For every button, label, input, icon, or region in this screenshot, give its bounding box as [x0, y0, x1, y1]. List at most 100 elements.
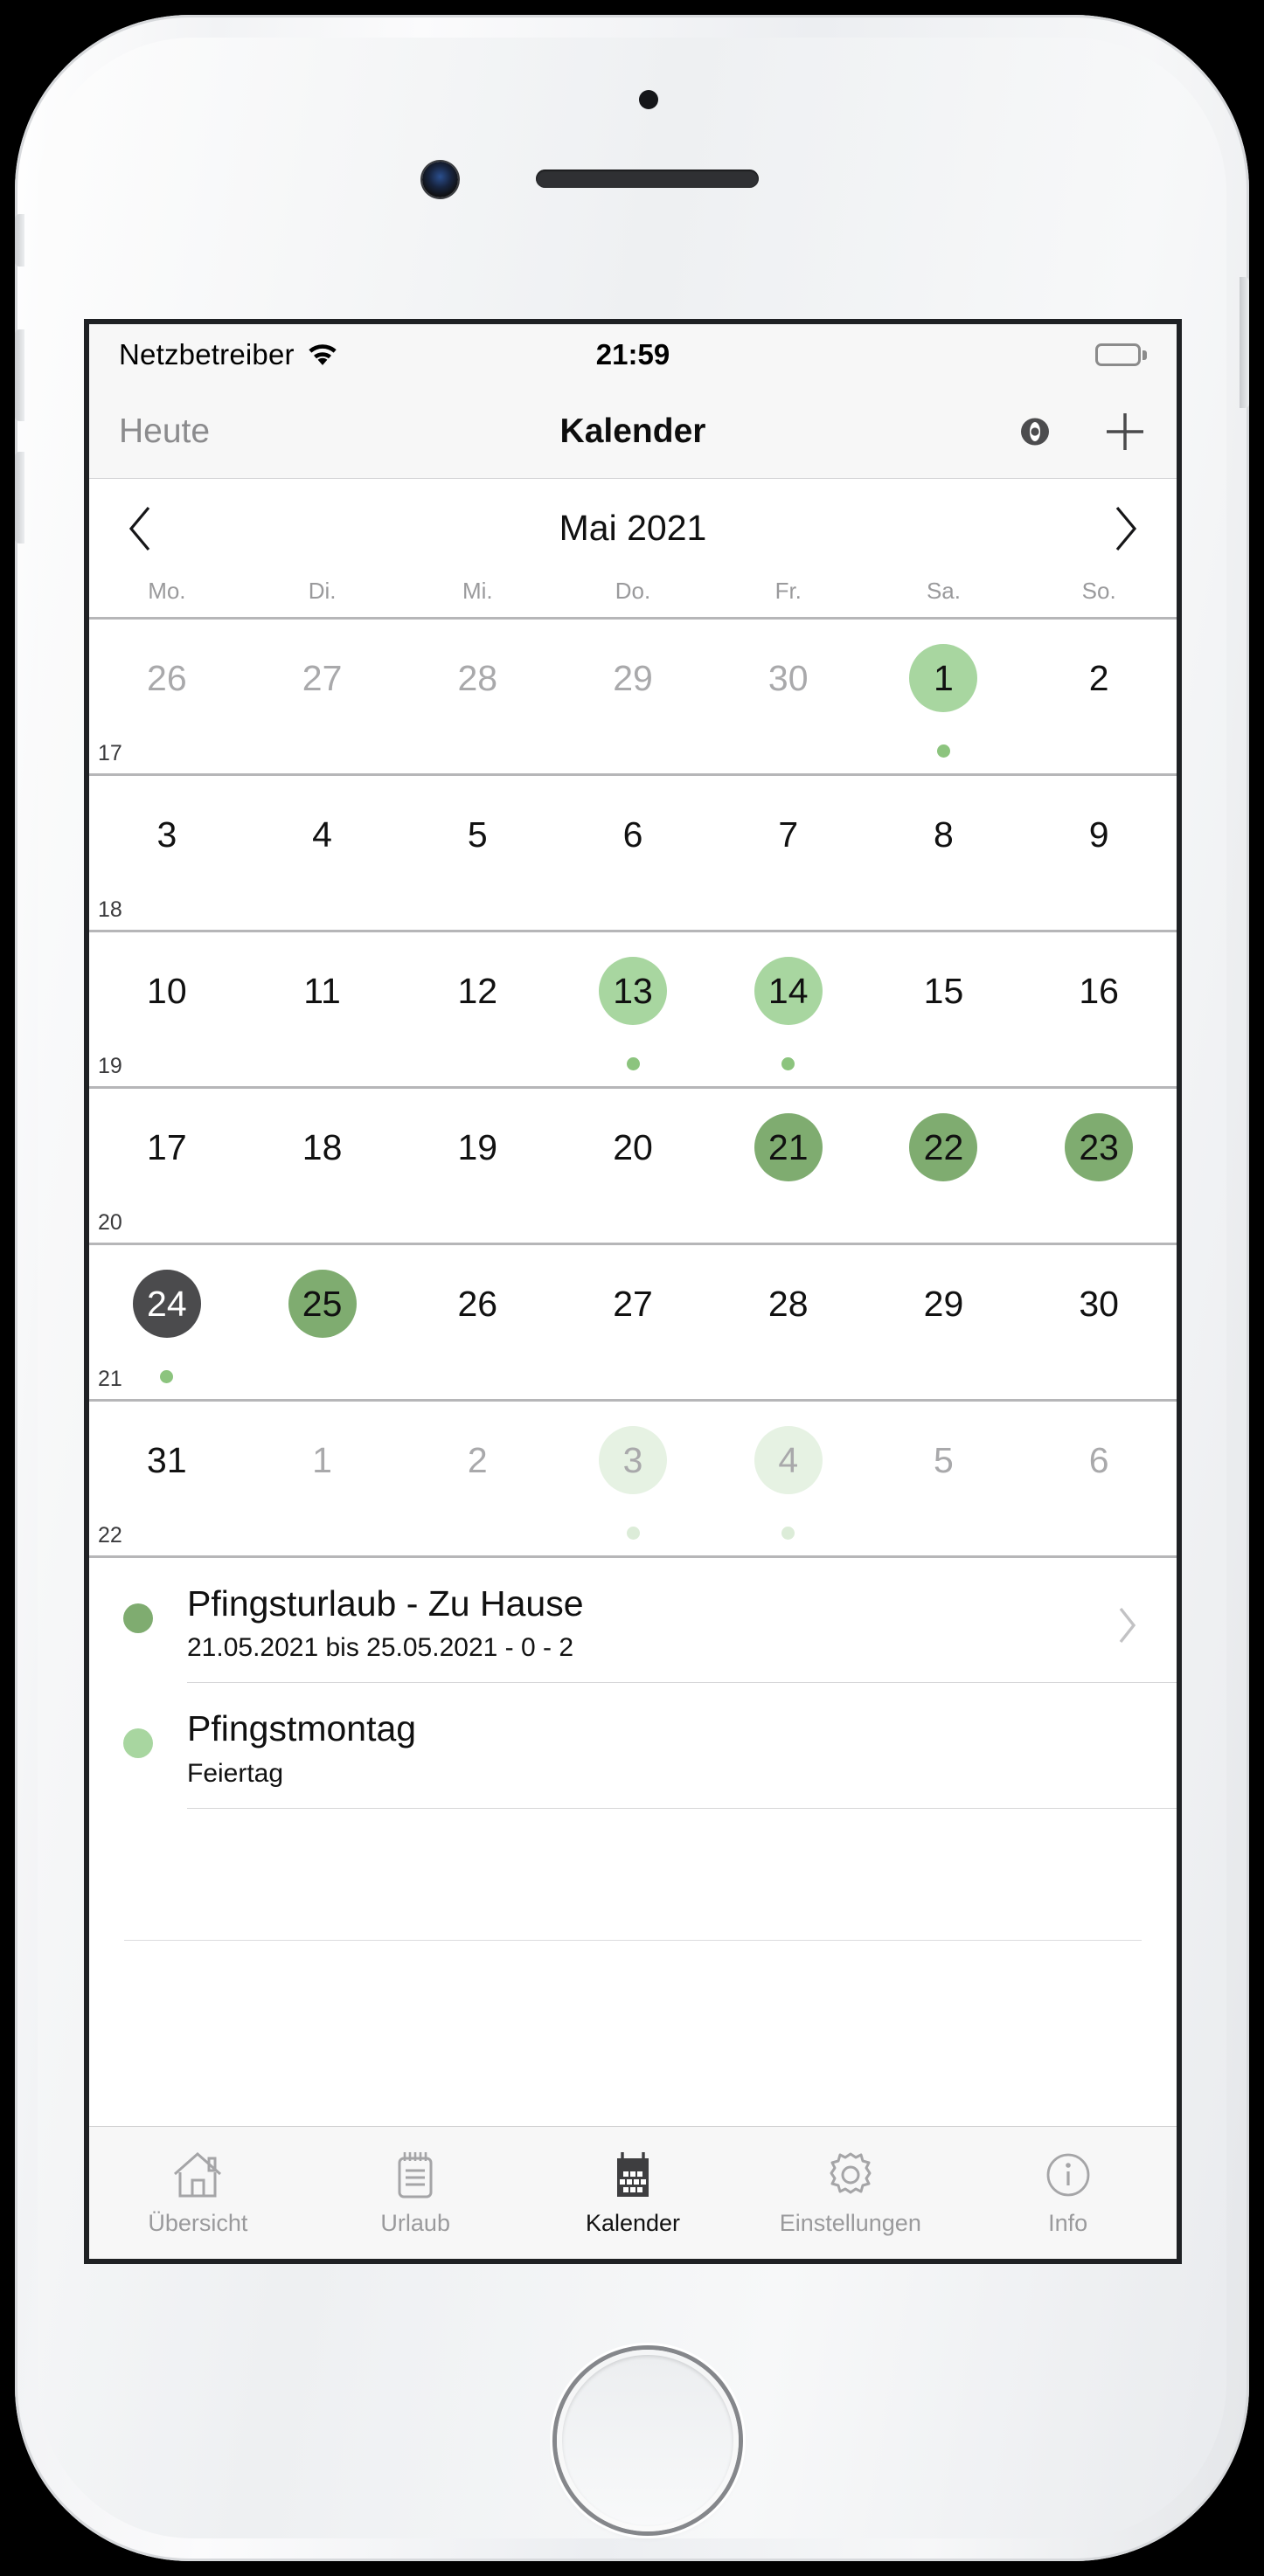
calendar-week-row: 10 11 12 13 14 15 16 19: [89, 932, 1177, 1089]
calendar-day-cell[interactable]: 25: [245, 1270, 400, 1338]
calendar-day-cell[interactable]: 1: [866, 644, 1022, 712]
calendar-day-cell[interactable]: 20: [555, 1113, 711, 1181]
day-number: 18: [302, 1126, 343, 1167]
calendar-day-cell[interactable]: 5: [866, 1426, 1022, 1494]
calendar-day-cell[interactable]: 4: [711, 1426, 866, 1494]
tab-bar: Übersicht Urlaub Kalender Einstellungen I…: [89, 2126, 1177, 2259]
calendar-day-cell[interactable]: 6: [1021, 1426, 1177, 1494]
calendar-day-cell[interactable]: 30: [711, 644, 866, 712]
home-button[interactable]: [557, 2350, 739, 2531]
day-number: 24: [132, 1270, 201, 1338]
eye-icon[interactable]: [1012, 417, 1058, 447]
event-separator: [187, 1807, 1177, 1809]
event-title: Pfingsturlaub - Zu Hause: [187, 1583, 584, 1624]
tab-info[interactable]: Info: [959, 2150, 1177, 2237]
chevron-right-icon[interactable]: [1115, 1605, 1138, 1650]
weekday-header: Mo. Di. Mi. Do. Fr. Sa. So.: [89, 578, 1177, 617]
calendar-day-cell[interactable]: 2: [1021, 644, 1177, 712]
calendar-day-cell[interactable]: 21: [711, 1113, 866, 1181]
day-number: 31: [147, 1439, 187, 1480]
calendar-day-cell[interactable]: 7: [711, 800, 866, 869]
calendar-day-cell[interactable]: 13: [555, 957, 711, 1025]
calendar-day-cell[interactable]: 4: [245, 800, 400, 869]
day-number: 2: [467, 1439, 488, 1480]
calendar-day-cell[interactable]: 12: [399, 957, 555, 1025]
calendar-day-cell[interactable]: 17: [89, 1113, 245, 1181]
tab-label: Übersicht: [148, 2209, 248, 2236]
event-subtitle: 21.05.2021 bis 25.05.2021 - 0 - 2: [187, 1633, 574, 1663]
calendar-week-row: 31 1 2 3 4 5 6 22: [89, 1402, 1177, 1558]
calendar-day-cell[interactable]: 29: [555, 644, 711, 712]
calendar-day-cell[interactable]: 11: [245, 957, 400, 1025]
silent-switch[interactable]: [15, 214, 24, 267]
day-event-dots: [89, 1370, 1177, 1383]
calendar-week-number: 22: [98, 1523, 122, 1548]
day-number: 25: [288, 1270, 357, 1338]
plus-icon[interactable]: [1103, 410, 1147, 454]
day-number: 19: [457, 1126, 498, 1167]
calendar-day-cell[interactable]: 19: [399, 1113, 555, 1181]
calendar-day-cell[interactable]: 29: [866, 1270, 1022, 1338]
day-number: 13: [599, 957, 668, 1025]
calendar-day-cell[interactable]: 27: [555, 1270, 711, 1338]
calendar-day-cell[interactable]: 28: [711, 1270, 866, 1338]
event-row[interactable]: Pfingsturlaub - Zu Hause 21.05.2021 bis 2…: [89, 1558, 1177, 1682]
calendar-week-number: 20: [98, 1210, 122, 1235]
event-row[interactable]: Pfingstmontag Feiertag: [89, 1683, 1177, 1807]
calendar-day-cell[interactable]: 14: [711, 957, 866, 1025]
day-number: 8: [934, 814, 954, 855]
day-event-dots: [89, 1057, 1177, 1070]
calendar-day-cell[interactable]: 31: [89, 1426, 245, 1494]
day-number: 20: [613, 1126, 653, 1167]
calendar-day-cell[interactable]: 1: [245, 1426, 400, 1494]
day-number: 30: [767, 657, 809, 698]
calendar-day-cell[interactable]: 16: [1021, 957, 1177, 1025]
day-number: 4: [754, 1426, 823, 1494]
month-title: Mai 2021: [559, 508, 707, 548]
calendar-day-cell[interactable]: 3: [89, 800, 245, 869]
day-number: 30: [1079, 1283, 1119, 1324]
volume-up-button[interactable]: [15, 329, 24, 421]
info-icon: [1043, 2150, 1094, 2205]
day-number: 22: [909, 1113, 978, 1181]
calendar-day-cell[interactable]: 22: [866, 1113, 1022, 1181]
day-number: 27: [302, 657, 343, 698]
tab-kalender[interactable]: Kalender: [524, 2150, 742, 2237]
event-dot: [936, 744, 950, 758]
event-subtitle: Feiertag: [187, 1758, 284, 1788]
day-number: 6: [1088, 1439, 1109, 1480]
tab-einstellungen[interactable]: Einstellungen: [741, 2150, 959, 2237]
tab--bersicht[interactable]: Übersicht: [89, 2150, 307, 2237]
event-color-dot-wrapper: [89, 1706, 187, 1759]
calendar-day-cell[interactable]: 30: [1021, 1270, 1177, 1338]
calendar-day-cell[interactable]: 23: [1021, 1113, 1177, 1181]
day-number: 4: [312, 814, 332, 855]
calendar-day-cell[interactable]: 26: [89, 644, 245, 712]
calendar-day-cell[interactable]: 3: [555, 1426, 711, 1494]
calendar-day-cell[interactable]: 9: [1021, 800, 1177, 869]
calendar-day-cell[interactable]: 28: [399, 644, 555, 712]
event-dot: [626, 1527, 640, 1540]
list-tail-separator: [124, 1939, 1142, 1941]
event-text: Pfingsturlaub - Zu Hause 21.05.2021 bis 2…: [187, 1581, 1177, 1663]
power-button[interactable]: [1240, 277, 1249, 408]
calendar-day-cell[interactable]: 2: [399, 1426, 555, 1494]
day-number: 28: [457, 657, 498, 698]
volume-down-button[interactable]: [15, 452, 24, 544]
calendar-day-cell[interactable]: 10: [89, 957, 245, 1025]
calendar-day-cell[interactable]: 26: [399, 1270, 555, 1338]
status-clock: 21:59: [595, 338, 670, 370]
calendar-day-cell[interactable]: 8: [866, 800, 1022, 869]
day-event-dots: [89, 744, 1177, 758]
calendar-day-cell[interactable]: 5: [399, 800, 555, 869]
calendar-week-row: 24 25 26 27 28 29 30 21: [89, 1245, 1177, 1402]
calendar-day-cell[interactable]: 18: [245, 1113, 400, 1181]
calendar-day-cell[interactable]: 15: [866, 957, 1022, 1025]
calendar-day-cell[interactable]: 24: [89, 1270, 245, 1338]
calendar-day-cell[interactable]: 6: [555, 800, 711, 869]
phone-screen: Netzbetreiber 21:59 Heute Kalender Mai 2…: [84, 319, 1182, 2264]
tab-urlaub[interactable]: Urlaub: [307, 2150, 524, 2237]
day-number: 16: [1079, 970, 1119, 1011]
status-bar: Netzbetreiber 21:59: [89, 324, 1177, 385]
calendar-day-cell[interactable]: 27: [245, 644, 400, 712]
